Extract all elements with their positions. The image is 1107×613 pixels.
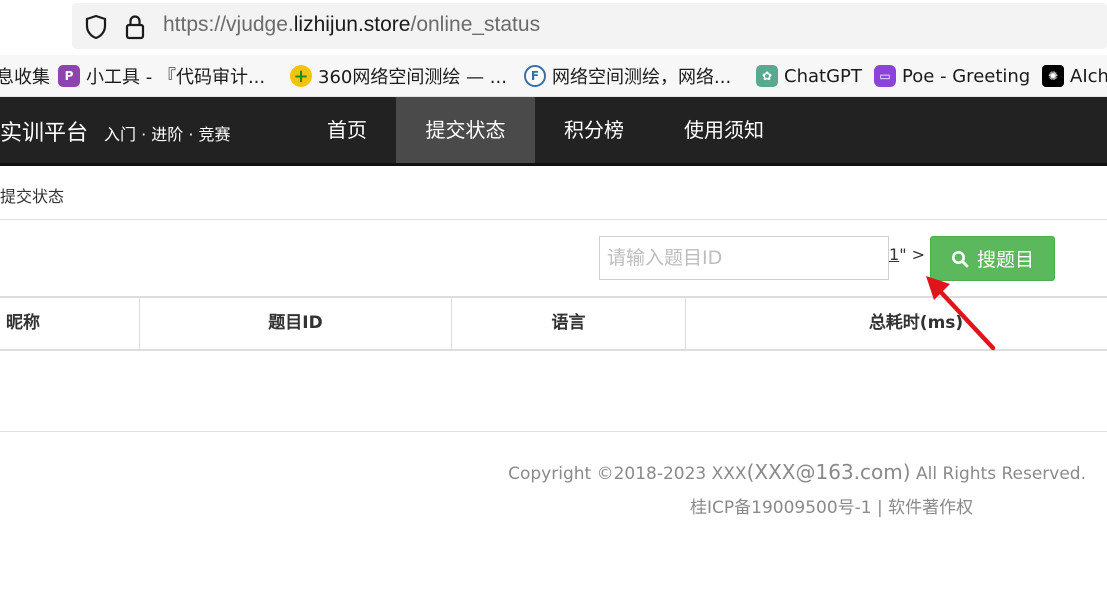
bookmark-label: 息收集 [0,67,50,88]
copyright-email: (XXX@163.com) [746,460,911,484]
nav-item-status[interactable]: 提交状态 [396,97,535,163]
search-button-label: 搜题目 [976,249,1034,271]
column-header-problem-id[interactable]: 题目ID [140,298,452,349]
bookmark-item[interactable]: ✿ ChatGPT [756,63,862,89]
url-prefix: https://vjudge. [163,13,294,36]
copyright-text: Copyright ©2018-2023 XXX(XXX@163.com) Al… [508,460,1086,484]
bookmark-label: 360网络空间测绘 — ... [318,67,507,88]
pager-rest: " > [899,245,926,264]
bookmark-item[interactable]: 息收集 [0,63,50,89]
column-header-nickname[interactable]: 昵称 [0,298,140,349]
360-icon: + [290,65,312,87]
bookmark-item[interactable]: ▭ Poe - Greeting [874,63,1030,89]
icp-license-text: 桂ICP备19009500号-1 | 软件著作权 [690,498,974,518]
pager-number[interactable]: 1 [889,245,899,264]
purple-p-icon: P [58,65,80,87]
poe-icon: ▭ [874,65,896,87]
chatgpt-icon: ✿ [756,65,778,87]
bookmark-item[interactable]: F 网络空间测绘，网络... [524,63,731,89]
openai-icon: ✺ [1042,65,1064,87]
divider [0,219,1107,220]
problem-id-search-input[interactable] [599,236,889,280]
nav-item-home[interactable]: 首页 [307,97,387,163]
top-navbar: 实训平台 入门 · 进阶 · 竞赛 首页 提交状态 积分榜 使用须知 [0,97,1107,166]
brand-tagline: 入门 · 进阶 · 竞赛 [104,125,231,144]
bookmark-label: 网络空间测绘，网络... [552,67,732,88]
f-circle-icon: F [524,65,546,87]
bookmark-label: AIch [1070,65,1107,87]
bookmark-label: 小工具 - 『代码审计... [86,67,266,88]
copyright-part: All Rights Reserved. [910,464,1086,484]
breadcrumb: 提交状态 [0,187,65,206]
column-header-total-time[interactable]: 总耗时(ms) [686,298,1107,349]
lock-icon[interactable] [124,13,146,41]
brand-title[interactable]: 实训平台 [0,115,88,147]
bookmarks-bar: 息收集 P 小工具 - 『代码审计... + 360网络空间测绘 — ... F… [0,55,1107,97]
bookmark-item[interactable]: ✺ AIch [1042,63,1107,89]
shield-icon[interactable] [84,14,108,40]
column-header-language[interactable]: 语言 [452,298,686,349]
bookmark-label: ChatGPT [784,65,862,87]
red-arrow-annotation [926,276,996,351]
url-path: /online_status [410,13,541,36]
nav-item-notice[interactable]: 使用须知 [664,97,784,163]
nav-item-ranklist[interactable]: 积分榜 [543,97,645,163]
bookmark-item[interactable]: + 360网络空间测绘 — ... [290,63,507,89]
pager-text: 1" > [889,245,925,264]
search-icon [951,250,969,267]
url-text[interactable]: https://vjudge.lizhijun.store/online_sta… [163,13,540,37]
bookmark-label: Poe - Greeting [902,65,1031,87]
address-bar: https://vjudge.lizhijun.store/online_sta… [0,0,1107,55]
copyright-part: Copyright ©2018-2023 XXX [508,464,747,484]
divider [0,431,1107,432]
url-host: lizhijun.store [293,13,411,36]
bookmark-item[interactable]: P 小工具 - 『代码审计... [58,63,265,89]
